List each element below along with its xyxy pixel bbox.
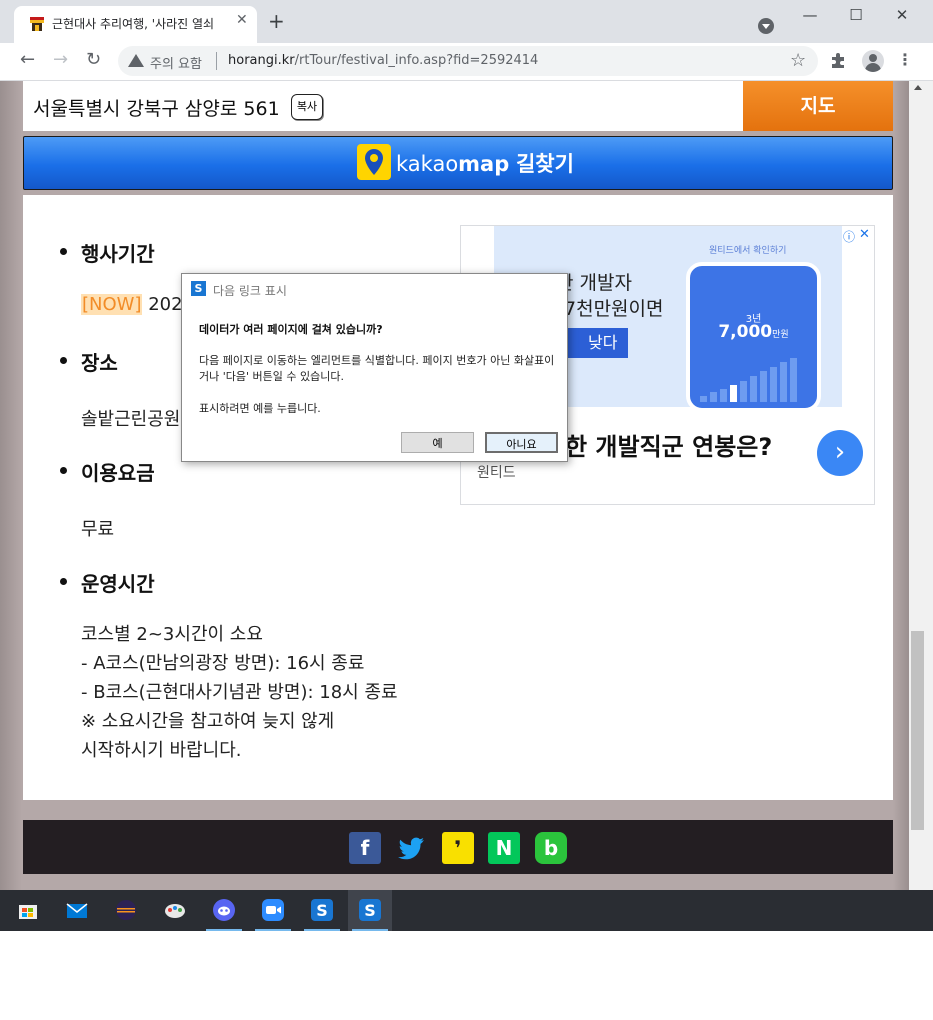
scraper-app-icon: S bbox=[191, 281, 206, 296]
address-text: 서울특별시 강북구 삼양로 561 bbox=[33, 98, 280, 120]
forward-arrow-icon[interactable]: → bbox=[53, 51, 68, 69]
windows-taskbar: S S bbox=[0, 890, 933, 931]
divider bbox=[216, 52, 217, 70]
kakao-brand-light: kakao bbox=[396, 152, 459, 176]
security-label[interactable]: 주의 요함 bbox=[150, 53, 202, 72]
url-text[interactable]: horangi.kr/rtTour/festival_info.asp?fid=… bbox=[228, 53, 538, 68]
scraper-app-icon-active[interactable]: S bbox=[348, 890, 392, 931]
scroll-thumb[interactable] bbox=[911, 631, 924, 830]
new-tab-button[interactable]: + bbox=[268, 11, 285, 31]
eclipse-icon[interactable] bbox=[104, 890, 148, 931]
ad-small-text: 원티드에서 확인하기 bbox=[709, 246, 787, 256]
url-path: /rtTour/festival_info.asp?fid=2592414 bbox=[294, 53, 539, 68]
band-icon[interactable]: b bbox=[535, 832, 567, 864]
browser-toolbar: ← → ↻ 주의 요함 horangi.kr/rtTour/festival_i… bbox=[0, 43, 933, 81]
period-value: [NOW] 202 bbox=[81, 294, 183, 315]
back-arrow-icon[interactable]: ← bbox=[20, 51, 35, 69]
kakaomap-route-banner[interactable]: kakaomap 길찾기 bbox=[23, 136, 893, 190]
tab-title: 근현대사 추리여행, '사라진 열쇠 bbox=[52, 17, 215, 31]
url-host: horangi.kr bbox=[228, 53, 295, 68]
map-button[interactable]: 지도 bbox=[743, 81, 893, 131]
share-bar: f ❜ N b bbox=[23, 820, 893, 874]
site-favicon-icon bbox=[30, 17, 44, 31]
kakaostory-icon[interactable]: ❜ bbox=[442, 832, 474, 864]
ad-info-icon[interactable]: ⓘ bbox=[843, 228, 855, 245]
hours-heading: 운영시간 bbox=[60, 568, 155, 597]
warning-icon[interactable] bbox=[128, 54, 144, 67]
page-scrollbar[interactable] bbox=[909, 81, 933, 890]
avatar-head bbox=[869, 54, 877, 62]
hours-line: - B코스(근현대사기념관 방면): 18시 종료 bbox=[81, 682, 398, 703]
minimize-button[interactable]: — bbox=[787, 4, 833, 30]
maximize-button[interactable]: ☐ bbox=[833, 4, 879, 30]
kakaomap-label: kakaomap 길찾기 bbox=[396, 148, 574, 178]
svg-text:S: S bbox=[316, 901, 328, 920]
fee-value: 무료 bbox=[81, 519, 115, 540]
reload-icon[interactable]: ↻ bbox=[86, 51, 101, 69]
page-viewport: 서울특별시 강북구 삼양로 561 복사 지도 kakaomap 길찾기 행사기… bbox=[0, 81, 909, 890]
tab-strip: 근현대사 추리여행, '사라진 열쇠 ✕ + — ☐ ✕ bbox=[0, 0, 933, 43]
close-window-button[interactable]: ✕ bbox=[879, 4, 925, 30]
ad-source[interactable]: 원티드 bbox=[477, 462, 516, 482]
kakao-pin-icon bbox=[357, 144, 391, 180]
route-label: 길찾기 bbox=[515, 152, 574, 176]
paint-icon[interactable] bbox=[153, 890, 197, 931]
mail-icon[interactable] bbox=[55, 890, 99, 931]
next-link-dialog: S 다음 링크 표시 데이터가 여러 페이지에 걸쳐 있습니까? 다음 페이지로… bbox=[181, 273, 568, 462]
store-icon[interactable] bbox=[6, 890, 50, 931]
period-date: 202 bbox=[148, 294, 183, 315]
dialog-question: 데이터가 여러 페이지에 걸쳐 있습니까? bbox=[199, 323, 383, 336]
kebab-menu-icon[interactable]: ⋮ bbox=[897, 51, 913, 69]
dialog-title: 다음 링크 표시 bbox=[213, 284, 287, 298]
now-badge: [NOW] bbox=[81, 294, 143, 315]
hours-line: 코스별 2~3시간이 소요 bbox=[81, 624, 263, 645]
hours-description: 코스별 2~3시간이 소요 - A코스(만남의광장 방면): 16시 종료 - … bbox=[81, 620, 398, 765]
scroll-up-arrow-icon[interactable] bbox=[914, 85, 922, 90]
discord-icon[interactable] bbox=[202, 890, 246, 931]
hours-line: - A코스(만남의광장 방면): 16시 종료 bbox=[81, 653, 365, 674]
ad-phone-amount: 7,000만원 bbox=[690, 322, 817, 342]
twitter-icon[interactable] bbox=[395, 832, 427, 864]
tab-search-icon[interactable] bbox=[758, 18, 774, 34]
browser-tab[interactable]: 근현대사 추리여행, '사라진 열쇠 ✕ bbox=[14, 6, 257, 43]
place-heading: 장소 bbox=[60, 347, 118, 376]
ad-amount-unit: 만원 bbox=[772, 330, 789, 340]
fee-heading: 이용요금 bbox=[60, 457, 155, 486]
ad-line-2: 7천만원이면 bbox=[564, 298, 664, 320]
svg-text:S: S bbox=[364, 901, 376, 920]
dialog-description: 다음 페이지로 이동하는 엘리먼트를 식별합니다. 페이지 번호가 아닌 화살표… bbox=[199, 354, 555, 383]
address-bar[interactable]: 주의 요함 horangi.kr/rtTour/festival_info.as… bbox=[118, 46, 818, 76]
ad-arrow-icon[interactable]: › bbox=[817, 430, 863, 476]
facebook-icon[interactable]: f bbox=[349, 832, 381, 864]
ad-headline[interactable]: 한 개발직군 연봉은? bbox=[565, 427, 772, 462]
close-tab-icon[interactable]: ✕ bbox=[236, 12, 248, 28]
yes-button[interactable]: 예 bbox=[401, 432, 474, 453]
ad-close-icon[interactable]: ✕ bbox=[859, 227, 870, 242]
ad-amount-number: 7,000 bbox=[718, 322, 773, 342]
bookmark-star-icon[interactable]: ☆ bbox=[790, 52, 806, 70]
address-box: 서울특별시 강북구 삼양로 561 복사 bbox=[23, 81, 743, 131]
period-heading: 행사기간 bbox=[60, 238, 155, 267]
avatar-body bbox=[865, 63, 881, 72]
place-value: 솔밭근린공원 bbox=[81, 409, 181, 430]
profile-avatar[interactable] bbox=[862, 50, 884, 72]
blank-area bbox=[0, 931, 933, 1020]
no-button[interactable]: 아니요 bbox=[485, 432, 558, 453]
hours-line: 시작하시기 바랍니다. bbox=[81, 740, 242, 761]
copy-address-button[interactable]: 복사 bbox=[291, 94, 323, 120]
dialog-hint: 표시하려면 예를 누릅니다. bbox=[199, 402, 321, 415]
ad-phone-illustration: 3년 7,000만원 bbox=[686, 262, 821, 412]
extensions-puzzle-icon[interactable] bbox=[830, 52, 846, 68]
scraper-app-icon[interactable]: S bbox=[300, 890, 344, 931]
hours-line: ※ 소요시간을 참고하여 늦지 않게 bbox=[81, 711, 335, 732]
zoom-icon[interactable] bbox=[251, 890, 295, 931]
naver-icon[interactable]: N bbox=[488, 832, 520, 864]
kakao-brand-bold: map bbox=[458, 152, 510, 176]
